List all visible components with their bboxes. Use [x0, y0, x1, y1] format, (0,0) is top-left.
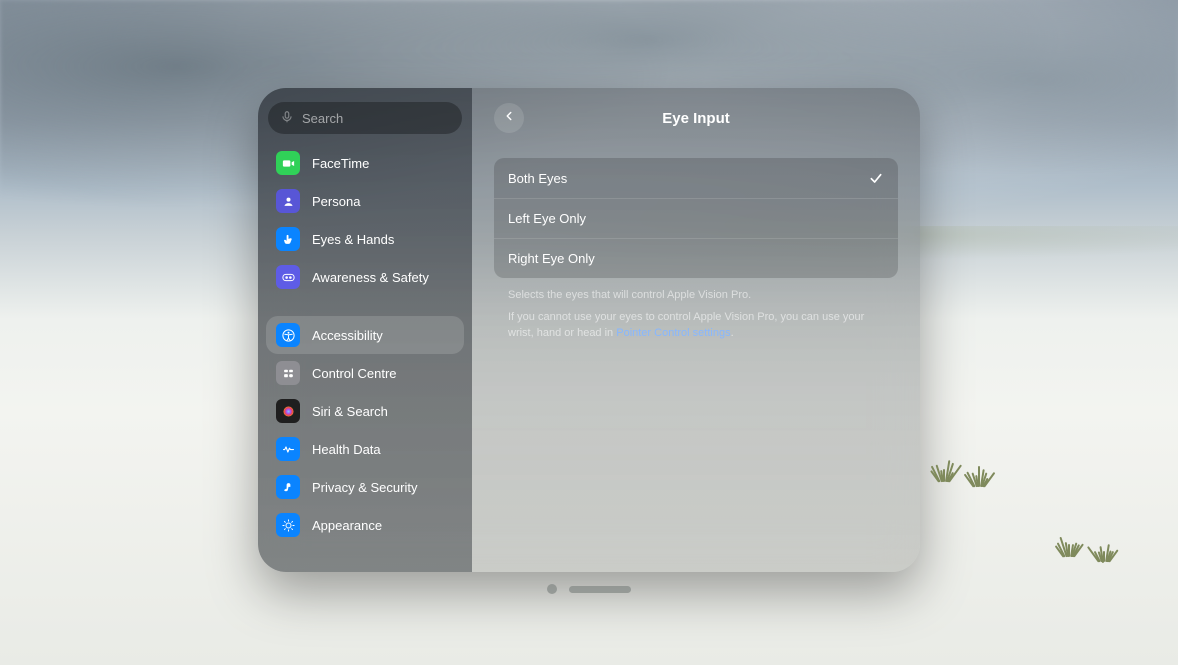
appearance-icon: [276, 513, 300, 537]
footer-note-line2: If you cannot use your eyes to control A…: [508, 310, 884, 342]
window-bar-handle[interactable]: [569, 586, 631, 593]
controlcentre-icon: [276, 361, 300, 385]
sidebar-item-awareness[interactable]: Awareness & Safety: [266, 258, 464, 296]
siri-icon: [276, 399, 300, 423]
pointer-control-link[interactable]: Pointer Control settings: [616, 327, 730, 339]
option-label: Left Eye Only: [508, 211, 586, 226]
sidebar-item-label: Awareness & Safety: [312, 270, 429, 285]
sidebar-item-privacy[interactable]: Privacy & Security: [266, 468, 464, 506]
mic-icon: [280, 110, 294, 127]
settings-window: Search FaceTime Persona Eyes & Hands Awaren…: [258, 88, 920, 572]
sidebar-item-appearance[interactable]: Appearance: [266, 506, 464, 544]
chevron-left-icon: [502, 109, 516, 128]
sidebar-item-label: Control Centre: [312, 366, 397, 381]
eye-input-option[interactable]: Left Eye Only: [494, 198, 898, 238]
eye-input-option[interactable]: Right Eye Only: [494, 238, 898, 278]
sidebar-item-health[interactable]: Health Data: [266, 430, 464, 468]
awareness-icon: [276, 265, 300, 289]
sidebar-item-label: Eyes & Hands: [312, 232, 394, 247]
footer-note: Selects the eyes that will control Apple…: [494, 288, 898, 342]
sidebar-item-label: Health Data: [312, 442, 381, 457]
footer-note-line1: Selects the eyes that will control Apple…: [508, 288, 884, 304]
sidebar-item-label: Persona: [312, 194, 360, 209]
sidebar-item-label: Appearance: [312, 518, 382, 533]
eye-input-options: Both Eyes Left Eye Only Right Eye Only: [494, 158, 898, 278]
sidebar-item-persona[interactable]: Persona: [266, 182, 464, 220]
persona-icon: [276, 189, 300, 213]
sidebar-item-label: Accessibility: [312, 328, 383, 343]
window-bar-dot[interactable]: [547, 584, 557, 594]
sidebar-item-facetime[interactable]: FaceTime: [266, 144, 464, 182]
decoration: [920, 460, 958, 482]
sidebar-item-label: FaceTime: [312, 156, 369, 171]
checkmark-icon: [868, 170, 884, 186]
eye-input-option[interactable]: Both Eyes: [494, 158, 898, 198]
sidebar-item-siri[interactable]: Siri & Search: [266, 392, 464, 430]
decoration: [955, 465, 993, 487]
window-bar[interactable]: [547, 584, 631, 594]
sidebar-item-label: Privacy & Security: [312, 480, 417, 495]
accessibility-icon: [276, 323, 300, 347]
sidebar-item-label: Siri & Search: [312, 404, 388, 419]
search-placeholder: Search: [302, 111, 343, 126]
back-button[interactable]: [494, 103, 524, 133]
content-pane: Eye Input Both Eyes Left Eye Only Right Ey…: [472, 88, 920, 572]
search-input[interactable]: Search: [268, 102, 462, 134]
sidebar-item-accessibility[interactable]: Accessibility: [266, 316, 464, 354]
privacy-icon: [276, 475, 300, 499]
option-label: Both Eyes: [508, 171, 567, 186]
decoration: [1045, 535, 1083, 557]
health-icon: [276, 437, 300, 461]
sidebar-item-controlcentre[interactable]: Control Centre: [266, 354, 464, 392]
sidebar: Search FaceTime Persona Eyes & Hands Awaren…: [258, 88, 472, 572]
facetime-icon: [276, 151, 300, 175]
option-label: Right Eye Only: [508, 251, 595, 266]
sidebar-item-eyeshands[interactable]: Eyes & Hands: [266, 220, 464, 258]
page-title: Eye Input: [494, 110, 898, 127]
decoration: [1080, 540, 1118, 562]
eyeshands-icon: [276, 227, 300, 251]
